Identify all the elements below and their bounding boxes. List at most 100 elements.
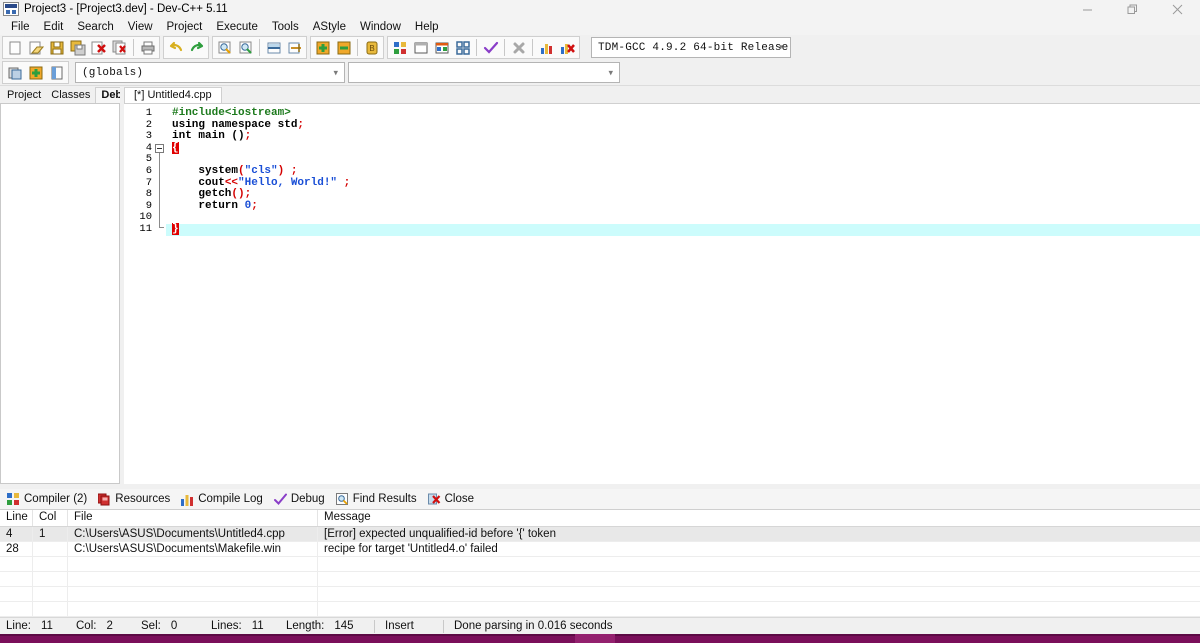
close-icon[interactable] [1155,0,1200,18]
member-combo[interactable]: ▾ [348,62,620,83]
compiler-messages-table[interactable]: Line Col File Message 4 1 C:\Users\ASUS\… [0,509,1200,617]
menu-tools[interactable]: Tools [265,20,306,34]
tab-find-results[interactable]: Find Results [332,492,424,507]
close-file-icon[interactable] [88,37,109,58]
cell-message [318,602,1200,616]
find-results-icon [335,492,349,506]
taskbar-active-item[interactable] [575,634,615,643]
column-header-col[interactable]: Col [33,510,68,526]
cell-file [68,572,318,586]
column-header-line[interactable]: Line [0,510,33,526]
search-toolbar-group [212,36,307,59]
toolbar-divider [532,39,533,56]
table-row[interactable] [0,557,1200,572]
debug-tree-view[interactable] [0,103,120,484]
table-row[interactable] [0,602,1200,617]
line-number: 11 [139,223,152,235]
table-row[interactable]: 4 1 C:\Users\ASUS\Documents\Untitled4.cp… [0,527,1200,542]
status-line-value: 11 [40,620,53,632]
sidebar-tab-classes[interactable]: Classes [46,88,95,103]
project-panel: Project Classes Debug [0,86,142,484]
syntax-check-icon[interactable] [480,37,501,58]
tab-resources[interactable]: Resources [94,492,177,507]
project-panel-tabs: Project Classes Debug [0,86,142,103]
open-file-icon[interactable] [25,37,46,58]
menu-help[interactable]: Help [408,20,446,34]
code-token: ; [244,130,252,143]
code-token: ; [244,188,252,201]
menu-search[interactable]: Search [70,20,120,34]
code-token: () [231,188,245,201]
compiler-set-combo[interactable]: TDM-GCC 4.9.2 64-bit Release ▾ [591,37,791,58]
profile-icon[interactable] [536,37,557,58]
status-insert-mode[interactable]: Insert [379,618,439,635]
rebuild-all-icon[interactable] [452,37,473,58]
editor-tabs: [*] Untitled4.cpp [124,86,1200,103]
close-panel-icon [427,493,441,506]
redo-icon[interactable] [186,37,207,58]
stop-execution-icon[interactable] [508,37,529,58]
code-editor[interactable]: 1 2 3 4 5 6 7 8 9 10 11 #include<iostrea… [124,103,1200,484]
scope-combo[interactable]: (globals) ▾ [75,62,345,83]
secondary-toolbar: (globals) ▾ ▾ [0,60,1200,85]
replace-icon[interactable] [235,37,256,58]
print-icon[interactable] [137,37,158,58]
goto-line-icon[interactable] [263,37,284,58]
column-header-message[interactable]: Message [318,510,1200,526]
project-options-icon[interactable]: B [361,37,382,58]
tab-compiler[interactable]: Compiler (2) [3,492,94,507]
menu-astyle[interactable]: AStyle [306,20,353,34]
menu-file[interactable]: File [4,20,37,34]
table-row[interactable]: 28 C:\Users\ASUS\Documents\Makefile.win … [0,542,1200,557]
toggle-panel-icon[interactable] [46,62,67,83]
table-row[interactable] [0,572,1200,587]
save-file-icon[interactable] [46,37,67,58]
menu-edit[interactable]: Edit [37,20,71,34]
sidebar-tab-project[interactable]: Project [2,88,46,103]
goto-definition-icon[interactable] [25,62,46,83]
main-toolbar: B TDM-GCC 4.9.2 64-bit Release ▾ [0,35,1200,60]
resources-icon [98,493,111,506]
chevron-down-icon: ▾ [778,42,784,52]
tab-resources-label: Resources [115,493,171,505]
menu-view[interactable]: View [121,20,160,34]
status-sel-value: 0 [170,620,178,632]
menu-project[interactable]: Project [160,20,210,34]
code-line: #include<iostream> [166,107,1200,120]
devcpp-window: Project3 - [Project3.dev] - Dev-C++ 5.11… [0,0,1200,643]
remove-from-project-icon[interactable] [333,37,354,58]
bottom-panel-tabs: Compiler (2) Resources Compile Log Debug… [0,489,1200,509]
compile-run-icon[interactable] [431,37,452,58]
main-body: Project Classes Debug [*] Untitled4.cpp … [0,86,1200,617]
tab-close-panel-label: Close [444,493,475,505]
restore-icon[interactable] [1110,0,1155,18]
table-row[interactable] [0,587,1200,602]
code-folding-gutter[interactable] [154,104,166,484]
compile-icon[interactable] [389,37,410,58]
save-all-icon[interactable] [67,37,88,58]
tab-close-panel[interactable]: Close [424,492,481,507]
cell-file [68,602,318,616]
undo-icon[interactable] [165,37,186,58]
add-to-project-icon[interactable] [312,37,333,58]
menu-execute[interactable]: Execute [209,20,265,34]
code-text-area[interactable]: #include<iostream> using namespace std; … [166,104,1200,484]
tab-compile-log[interactable]: Compile Log [177,492,270,507]
find-icon[interactable] [214,37,235,58]
goto-declaration-icon[interactable] [4,62,25,83]
menu-window[interactable]: Window [353,20,408,34]
column-header-file[interactable]: File [68,510,318,526]
editor-tab-untitled4[interactable]: [*] Untitled4.cpp [124,87,222,103]
run-icon[interactable] [410,37,431,58]
delete-profile-icon[interactable] [557,37,578,58]
fold-collapse-icon[interactable] [155,144,164,153]
code-line: int main (); [166,130,1200,143]
upper-area: Project Classes Debug [*] Untitled4.cpp … [0,86,1200,484]
new-file-icon[interactable] [4,37,25,58]
goto-function-icon[interactable] [284,37,305,58]
status-lines-label: Lines: [211,620,242,632]
minimize-icon[interactable] [1065,0,1110,18]
tab-debug[interactable]: Debug [270,492,332,507]
close-all-icon[interactable] [109,37,130,58]
